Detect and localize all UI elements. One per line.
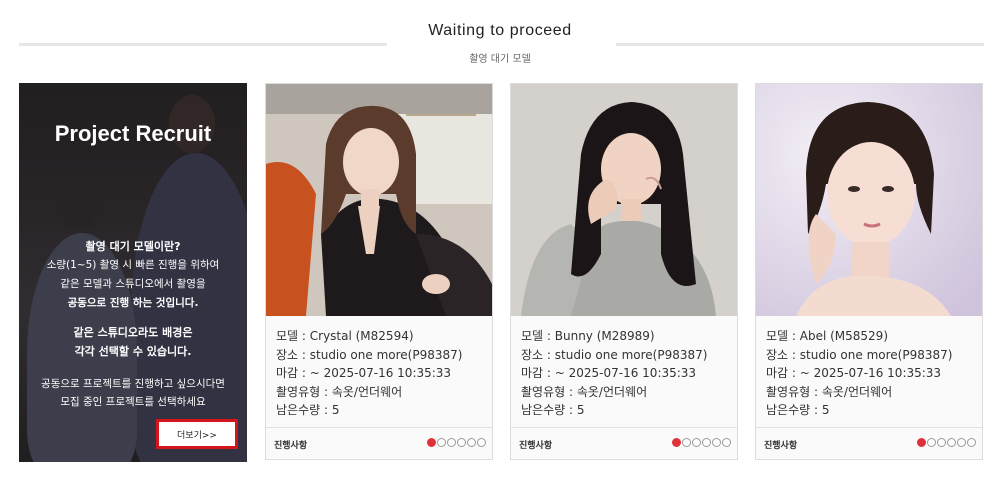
section-header: Waiting to proceed 촬영 대기 모델: [0, 0, 1000, 80]
model-photo[interactable]: [266, 84, 492, 316]
model-deadline: 마감 : ~ 2025-07-16 10:35:33: [276, 366, 452, 380]
card-footer: 진행사항: [511, 427, 737, 459]
progress-label: 진행사항: [519, 441, 553, 451]
header-divider-right: [616, 43, 984, 46]
header-divider-left: [19, 43, 387, 46]
progress-dots: [427, 438, 486, 447]
model-info: 모델 : Bunny (M28989) 장소 : studio one more…: [521, 327, 707, 420]
model-name: 모델 : Abel (M58529): [766, 329, 889, 343]
model-place: 장소 : studio one more(P98387): [276, 347, 463, 362]
model-place: 장소 : studio one more(P98387): [521, 347, 708, 362]
progress-dot-filled: [427, 438, 436, 447]
progress-dot-empty: [692, 438, 701, 447]
card-footer: 진행사항: [266, 427, 492, 459]
section-title: Waiting to proceed: [428, 22, 572, 39]
model-remaining: 남은수량 : 5: [521, 403, 585, 417]
progress-dot-filled: [917, 438, 926, 447]
recruit-question: 촬영 대기 모델이란?: [85, 240, 181, 253]
progress-dot-empty: [702, 438, 711, 447]
model-remaining: 남은수량 : 5: [276, 403, 340, 417]
recruit-cta-text: 공동으로 프로젝트를 진행하고 싶으시다면: [41, 378, 225, 390]
more-button[interactable]: 더보기>>: [156, 419, 238, 449]
model-deadline: 마감 : ~ 2025-07-16 10:35:33: [766, 366, 942, 380]
model-card[interactable]: 모델 : Bunny (M28989) 장소 : studio one more…: [510, 83, 738, 460]
model-card[interactable]: 모델 : Abel (M58529) 장소 : studio one more(…: [755, 83, 983, 460]
progress-dots: [917, 438, 976, 447]
progress-dot-empty: [437, 438, 446, 447]
recruit-description: 공동으로 진행 하는 것입니다.: [67, 297, 199, 309]
progress-label: 진행사항: [764, 441, 798, 451]
model-name: 모델 : Crystal (M82594): [276, 329, 414, 343]
recruit-description: 소량(1~5) 촬영 시 빠른 진행을 위하여: [46, 259, 220, 271]
model-shoot-type: 촬영유형 : 속옷/언더웨어: [276, 384, 403, 399]
model-photo-image: [756, 84, 982, 316]
progress-dot-empty: [447, 438, 456, 447]
recruit-description: 같은 모델과 스튜디오에서 촬영을: [60, 278, 206, 290]
progress-dot-empty: [947, 438, 956, 447]
recruit-cta-text: 모집 중인 프로젝트를 선택하세요: [60, 396, 206, 408]
progress-dot-empty: [712, 438, 721, 447]
progress-dot-empty: [457, 438, 466, 447]
model-shoot-type: 촬영유형 : 속옷/언더웨어: [766, 384, 893, 399]
progress-label: 진행사항: [274, 441, 308, 451]
card-footer: 진행사항: [756, 427, 982, 459]
progress-dot-filled: [672, 438, 681, 447]
model-photo[interactable]: [511, 84, 737, 316]
project-recruit-banner: Project Recruit 촬영 대기 모델이란? 소량(1~5) 촬영 시…: [19, 83, 247, 462]
progress-dot-empty: [937, 438, 946, 447]
model-card[interactable]: 모델 : Crystal (M82594) 장소 : studio one mo…: [265, 83, 493, 460]
model-place: 장소 : studio one more(P98387): [766, 347, 953, 362]
progress-dot-empty: [722, 438, 731, 447]
progress-dot-empty: [927, 438, 936, 447]
progress-dot-empty: [682, 438, 691, 447]
progress-dot-empty: [467, 438, 476, 447]
model-deadline: 마감 : ~ 2025-07-16 10:35:33: [521, 366, 697, 380]
progress-dot-empty: [957, 438, 966, 447]
model-shoot-type: 촬영유형 : 속옷/언더웨어: [521, 384, 648, 399]
model-photo-image: [511, 84, 737, 316]
model-photo[interactable]: [756, 84, 982, 316]
section-subtitle: 촬영 대기 모델: [469, 54, 531, 65]
model-name: 모델 : Bunny (M28989): [521, 329, 655, 343]
model-info: 모델 : Abel (M58529) 장소 : studio one more(…: [766, 327, 952, 420]
recruit-title: Project Recruit: [54, 121, 212, 146]
model-remaining: 남은수량 : 5: [766, 403, 830, 417]
model-photo-image: [266, 84, 492, 316]
progress-dot-empty: [477, 438, 486, 447]
recruit-note: 각각 선택할 수 있습니다.: [74, 345, 192, 358]
recruit-note: 같은 스튜디오라도 배경은: [73, 326, 193, 339]
progress-dots: [672, 438, 731, 447]
model-info: 모델 : Crystal (M82594) 장소 : studio one mo…: [276, 327, 462, 420]
progress-dot-empty: [967, 438, 976, 447]
